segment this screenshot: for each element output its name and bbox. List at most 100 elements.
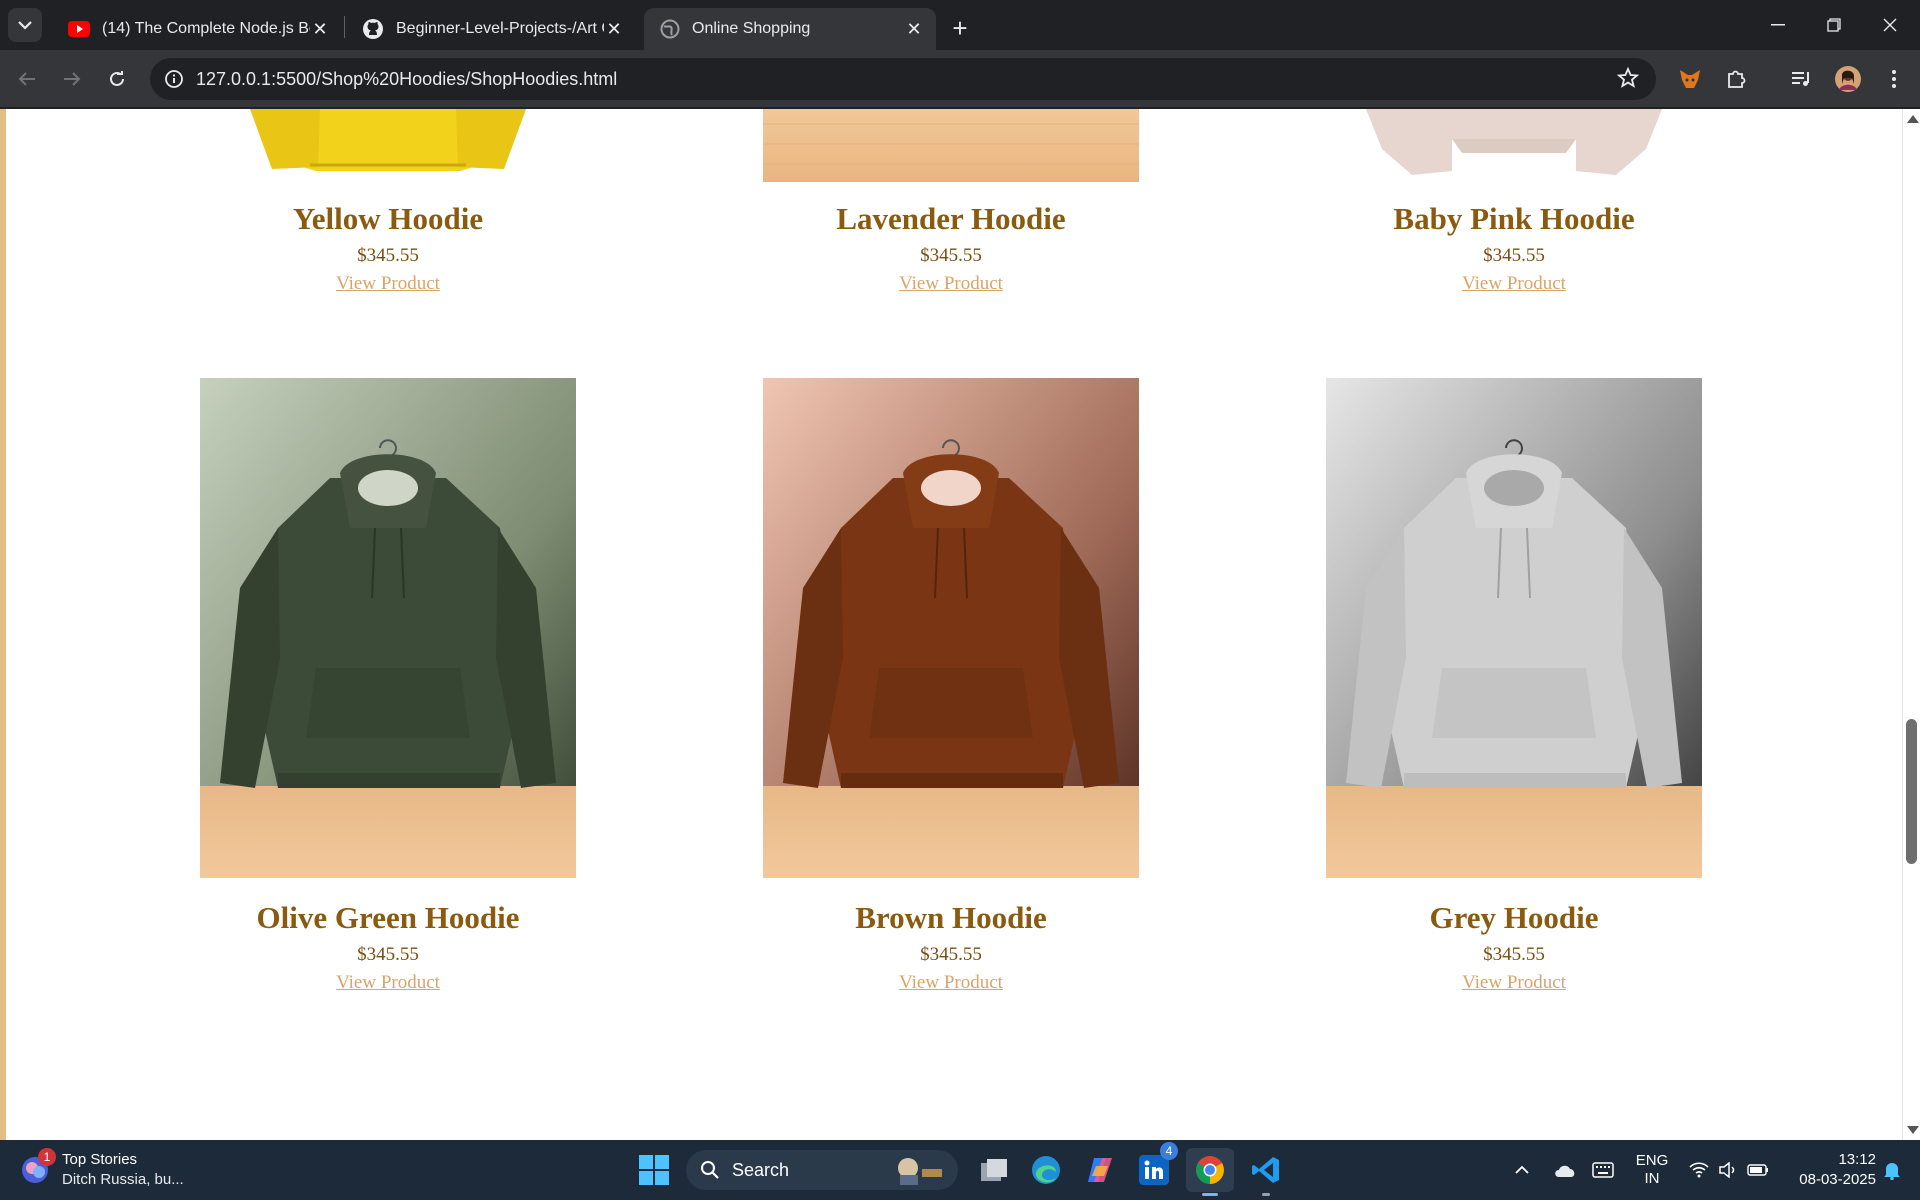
product-card-olive-green: Olive Green Hoodie $345.55 View Product bbox=[200, 378, 576, 994]
olive-green-hoodie-image[interactable] bbox=[200, 378, 576, 878]
copilot-taskbar-button[interactable] bbox=[1080, 1148, 1120, 1192]
brown-hoodie-image[interactable] bbox=[763, 378, 1139, 878]
tab-title: Online Shopping bbox=[692, 20, 811, 37]
chrome-icon bbox=[1196, 1156, 1224, 1184]
product-price: $345.55 bbox=[357, 245, 419, 266]
touch-keyboard-button[interactable] bbox=[1588, 1148, 1618, 1192]
product-card-grey: Grey Hoodie $345.55 View Product bbox=[1326, 378, 1702, 994]
minimize-button[interactable] bbox=[1750, 0, 1806, 50]
arrow-left-icon bbox=[18, 72, 35, 86]
news-widget[interactable]: 1 Top Stories Ditch Russia, bu... bbox=[20, 1148, 220, 1192]
task-view-icon bbox=[981, 1159, 1007, 1181]
view-product-link[interactable]: View Product bbox=[1462, 972, 1566, 994]
show-hidden-icons-button[interactable] bbox=[1508, 1148, 1536, 1192]
linkedin-icon bbox=[1139, 1155, 1169, 1185]
language-indicator[interactable]: ENG IN bbox=[1630, 1148, 1674, 1192]
page-scrollbar[interactable] bbox=[1902, 109, 1920, 1140]
url-text[interactable]: 127.0.0.1:5500/Shop%20Hoodies/ShopHoodie… bbox=[196, 69, 617, 90]
product-name: Lavender Hoodie bbox=[836, 201, 1066, 236]
copilot-icon bbox=[1088, 1158, 1112, 1182]
tab-online-shopping[interactable]: Online Shopping ✕ bbox=[644, 8, 936, 50]
notifications-button[interactable] bbox=[1876, 1148, 1908, 1192]
product-name: Olive Green Hoodie bbox=[256, 900, 520, 935]
system-status-tray[interactable] bbox=[1684, 1148, 1774, 1192]
keyboard-icon bbox=[1592, 1162, 1614, 1178]
region-code: IN bbox=[1644, 1170, 1660, 1187]
scroll-up-icon[interactable] bbox=[1907, 115, 1919, 123]
metamask-extension-button[interactable] bbox=[1672, 61, 1708, 97]
tab-title: (14) The Complete Node.js Boo bbox=[102, 20, 310, 37]
youtube-icon bbox=[68, 21, 90, 37]
close-tab-icon[interactable]: ✕ bbox=[310, 19, 330, 39]
new-tab-button[interactable]: + bbox=[944, 12, 976, 44]
product-price: $345.55 bbox=[1483, 245, 1545, 266]
edge-taskbar-button[interactable] bbox=[1026, 1148, 1066, 1192]
globe-icon bbox=[660, 19, 680, 39]
chrome-taskbar-button[interactable] bbox=[1186, 1148, 1234, 1196]
view-product-link[interactable]: View Product bbox=[899, 273, 1003, 295]
tab-github[interactable]: Beginner-Level-Projects-/Art Ga ✕ bbox=[346, 8, 636, 50]
view-product-link[interactable]: View Product bbox=[899, 972, 1003, 994]
bookmark-star-icon[interactable] bbox=[1616, 66, 1640, 95]
forward-button[interactable] bbox=[54, 61, 90, 97]
tab-title: Beginner-Level-Projects-/Art Ga bbox=[396, 20, 604, 37]
profile-avatar[interactable] bbox=[1830, 61, 1866, 97]
vscode-taskbar-button[interactable] bbox=[1244, 1148, 1288, 1196]
grey-hoodie-image[interactable] bbox=[1326, 378, 1702, 878]
playlist-icon bbox=[1792, 72, 1809, 86]
close-tab-icon[interactable]: ✕ bbox=[604, 19, 624, 39]
extensions-button[interactable] bbox=[1718, 61, 1754, 97]
product-card-lavender: Lavender Hoodie $345.55 View Product bbox=[763, 179, 1139, 295]
reload-button[interactable] bbox=[99, 61, 135, 97]
lavender-hoodie-image bbox=[763, 109, 1139, 182]
clock-time: 13:12 bbox=[1838, 1151, 1876, 1168]
address-bar[interactable]: 127.0.0.1:5500/Shop%20Hoodies/ShopHoodie… bbox=[150, 58, 1656, 100]
site-info-icon[interactable] bbox=[162, 67, 186, 91]
kebab-menu-icon bbox=[1892, 70, 1896, 88]
scrollbar-thumb[interactable] bbox=[1906, 719, 1917, 864]
tab-strip: (14) The Complete Node.js Boo ✕ Beginner… bbox=[0, 0, 1920, 50]
search-icon bbox=[701, 1161, 719, 1179]
linkedin-taskbar-button[interactable]: 4 bbox=[1134, 1142, 1178, 1192]
windows-taskbar: 1 Top Stories Ditch Russia, bu... Search… bbox=[0, 1140, 1920, 1200]
view-product-link[interactable]: View Product bbox=[1462, 273, 1566, 295]
arrow-right-icon bbox=[64, 72, 81, 86]
tab-search-button[interactable] bbox=[8, 8, 42, 42]
restore-button[interactable] bbox=[1806, 0, 1862, 50]
battery-icon bbox=[1747, 1164, 1768, 1176]
view-product-link[interactable]: View Product bbox=[336, 972, 440, 994]
clock-date: 08-03-2025 bbox=[1799, 1171, 1876, 1188]
wifi-icon bbox=[1689, 1162, 1709, 1178]
edge-icon bbox=[1032, 1156, 1060, 1184]
product-price: $345.55 bbox=[920, 944, 982, 965]
product-card-yellow: Yellow Hoodie $345.55 View Product bbox=[200, 179, 576, 295]
clock[interactable]: 13:12 08-03-2025 bbox=[1780, 1148, 1876, 1192]
chrome-menu-button[interactable] bbox=[1876, 61, 1912, 97]
back-button[interactable] bbox=[9, 61, 45, 97]
media-controls-button[interactable] bbox=[1784, 61, 1820, 97]
minimize-icon bbox=[1771, 24, 1785, 26]
close-window-button[interactable] bbox=[1862, 0, 1918, 50]
github-icon bbox=[363, 19, 383, 39]
product-price: $345.55 bbox=[357, 944, 419, 965]
start-button[interactable] bbox=[636, 1148, 672, 1192]
windows-logo-icon bbox=[639, 1155, 669, 1185]
yellow-hoodie-image bbox=[200, 109, 576, 179]
cloud-icon bbox=[1555, 1165, 1575, 1177]
view-product-link[interactable]: View Product bbox=[336, 273, 440, 295]
close-icon bbox=[1883, 18, 1897, 32]
news-subtitle: Ditch Russia, bu... bbox=[62, 1171, 184, 1188]
scroll-down-icon[interactable] bbox=[1907, 1126, 1919, 1134]
search-highlight-icon bbox=[898, 1158, 942, 1185]
taskbar-search[interactable]: Search bbox=[686, 1150, 958, 1190]
puzzle-icon bbox=[1728, 70, 1746, 88]
product-name: Yellow Hoodie bbox=[292, 201, 484, 236]
language-code: ENG bbox=[1635, 1152, 1669, 1169]
onedrive-button[interactable] bbox=[1550, 1148, 1580, 1192]
task-view-button[interactable] bbox=[974, 1148, 1014, 1192]
close-tab-icon[interactable]: ✕ bbox=[904, 19, 924, 39]
vscode-icon bbox=[1252, 1157, 1279, 1183]
tab-separator bbox=[344, 16, 345, 38]
browser-toolbar: 127.0.0.1:5500/Shop%20Hoodies/ShopHoodie… bbox=[0, 50, 1920, 108]
tab-youtube[interactable]: (14) The Complete Node.js Boo ✕ bbox=[52, 8, 342, 50]
